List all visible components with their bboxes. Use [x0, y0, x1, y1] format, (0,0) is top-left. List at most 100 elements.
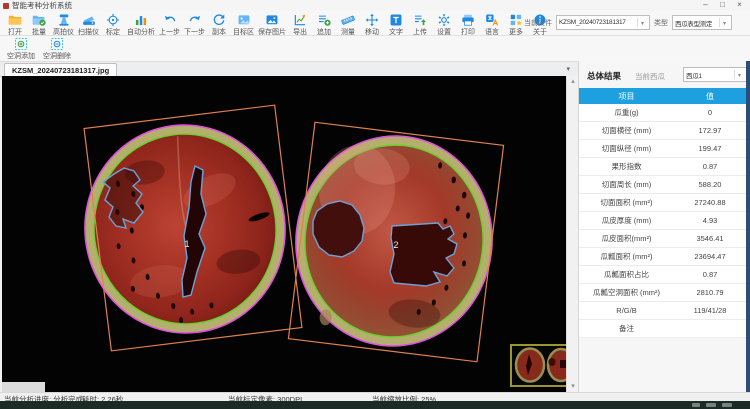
button-language[interactable]: 语言 [482, 12, 502, 37]
undo-icon [163, 12, 177, 27]
table-row[interactable]: 瓜重(g)0 [579, 104, 746, 122]
table-row[interactable]: 瓜皮厚度 (mm)4.93 [579, 212, 746, 230]
redo-icon [188, 12, 202, 27]
button-move[interactable]: 移动 [362, 12, 382, 37]
cavity-delete-icon [50, 37, 64, 51]
copy-icon [212, 12, 226, 27]
button-label: 空洞删除 [43, 51, 71, 61]
save-image-icon [265, 12, 279, 27]
language-icon [485, 12, 499, 27]
results-panel-header: 总体结果 当前西瓜 西瓜1 [579, 66, 746, 86]
results-table: 项目 值 瓜重(g)0切面横径 (mm)172.97切面纵径 (mm)199.4… [579, 88, 746, 338]
calibrate-icon [106, 12, 120, 27]
maximize-button[interactable]: □ [714, 0, 731, 10]
row-item-label: 切面周长 (mm) [579, 179, 674, 190]
button-measure[interactable]: 测量 [338, 12, 358, 37]
button-target-area[interactable]: 目标区 [233, 12, 254, 37]
tab-list-dropdown-icon[interactable] [566, 64, 570, 73]
button-upload[interactable]: 上传 [410, 12, 430, 37]
row-item-value: 0.87 [674, 270, 746, 279]
panel-scrollbar[interactable] [746, 61, 750, 392]
tab-image-file[interactable]: KZSM_20240723181317.jpg [4, 63, 117, 77]
table-row[interactable]: 切面横径 (mm)172.97 [579, 122, 746, 140]
current-file-select[interactable]: KZSM_20240723181317 [556, 15, 650, 30]
button-save-image[interactable]: 保存图片 [258, 12, 286, 37]
tray-mark [706, 403, 716, 407]
table-row[interactable]: 果形指数0.87 [579, 158, 746, 176]
minimize-button[interactable]: – [697, 0, 714, 10]
type-label: 类型 [654, 18, 668, 28]
button-export[interactable]: 导出 [290, 12, 310, 37]
thumbnail-overview[interactable] [511, 345, 566, 386]
button-append[interactable]: 追加 [314, 12, 334, 37]
auto-analyze-icon [134, 12, 148, 27]
cavity-add-icon [14, 37, 28, 51]
button-cavity-add[interactable]: 空洞添加 [7, 37, 35, 61]
table-row[interactable]: 备注 [579, 320, 746, 338]
overall-results-title: 总体结果 [587, 70, 621, 82]
current-melon-value: 西瓜1 [686, 70, 734, 80]
type-value: 西瓜表型测定 [675, 18, 719, 28]
target-area-icon [237, 12, 251, 27]
window-controls: – □ × [697, 0, 748, 10]
cavity-outline-2[interactable] [390, 223, 457, 286]
chevron-down-icon[interactable] [734, 70, 744, 79]
row-item-value: 172.97 [674, 126, 746, 135]
column-header-item: 项目 [579, 91, 674, 102]
table-row[interactable]: 切面纵径 (mm)199.47 [579, 140, 746, 158]
button-undo[interactable]: 上一步 [159, 12, 180, 37]
button-doc-camera[interactable]: 高拍仪 [53, 12, 74, 37]
image-canvas[interactable]: 1 2 [2, 76, 566, 392]
row-item-label: 切面面积 (mm²) [579, 197, 674, 208]
chevron-down-icon[interactable] [719, 18, 729, 27]
current-file-value: KZSM_20240723181317 [559, 19, 637, 26]
row-item-label: 瓜瓤面积 (mm²) [579, 251, 674, 262]
app-title: 智能考种分析系统 [12, 0, 72, 11]
row-item-value: 27240.88 [674, 198, 746, 207]
table-row[interactable]: R/G/B119/41/28 [579, 302, 746, 320]
table-row[interactable]: 切面面积 (mm²)27240.88 [579, 194, 746, 212]
taskbar-sliver [0, 401, 750, 409]
type-select[interactable]: 西瓜表型测定 [672, 15, 732, 30]
button-calibrate[interactable]: 标定 [103, 12, 123, 37]
button-text[interactable]: 文字 [386, 12, 406, 37]
upload-icon [413, 12, 427, 27]
table-row[interactable]: 瓜瓤空洞面积 (mm²)2810.79 [579, 284, 746, 302]
button-auto-analyze[interactable]: 自动分析 [127, 12, 155, 37]
button-redo[interactable]: 下一步 [184, 12, 205, 37]
row-item-label: 切面横径 (mm) [579, 125, 674, 136]
chevron-down-icon[interactable] [637, 18, 647, 27]
cavity-label-2: 2 [393, 240, 398, 250]
row-item-label: 瓜瓤面积占比 [579, 269, 674, 280]
append-icon [317, 12, 331, 27]
table-row[interactable]: 切面周长 (mm)588.20 [579, 176, 746, 194]
row-item-label: 瓜重(g) [579, 107, 674, 118]
button-batch-folder[interactable]: 批量 [29, 12, 49, 37]
table-row[interactable]: 瓜瓤面积 (mm²)23694.47 [579, 248, 746, 266]
button-copy[interactable]: 副本 [209, 12, 229, 37]
button-open-folder[interactable]: 打开 [5, 12, 25, 37]
cavity-outline[interactable] [313, 201, 364, 257]
cavity-label-1: 1 [184, 239, 189, 249]
row-item-label: 备注 [579, 323, 674, 334]
button-scanner[interactable]: 扫描仪 [78, 12, 99, 37]
tab-strip: KZSM_20240723181317.jpg [0, 62, 578, 77]
main-toolbar: 打开批量高拍仪扫描仪标定自动分析上一步下一步副本目标区保存图片导出追加测量移动文… [0, 11, 750, 36]
table-row[interactable]: 瓜瓤面积占比0.87 [579, 266, 746, 284]
close-button[interactable]: × [731, 0, 748, 10]
button-label: 空洞添加 [7, 51, 35, 61]
button-print[interactable]: 打印 [458, 12, 478, 37]
current-melon-select[interactable]: 西瓜1 [683, 67, 747, 82]
export-icon [293, 12, 307, 27]
app-icon [3, 3, 9, 9]
cavity-toolbar: 空洞添加空洞删除 [0, 36, 750, 62]
batch-folder-icon [32, 12, 46, 27]
settings-icon [437, 12, 451, 27]
button-settings[interactable]: 设置 [434, 12, 454, 37]
button-more[interactable]: 更多 [506, 12, 526, 37]
row-item-value: 199.47 [674, 144, 746, 153]
column-header-value: 值 [674, 91, 746, 102]
button-cavity-delete[interactable]: 空洞删除 [43, 37, 71, 61]
horizontal-scrollbar-thumb[interactable] [2, 382, 45, 392]
table-row[interactable]: 瓜皮面积(mm²)3546.41 [579, 230, 746, 248]
